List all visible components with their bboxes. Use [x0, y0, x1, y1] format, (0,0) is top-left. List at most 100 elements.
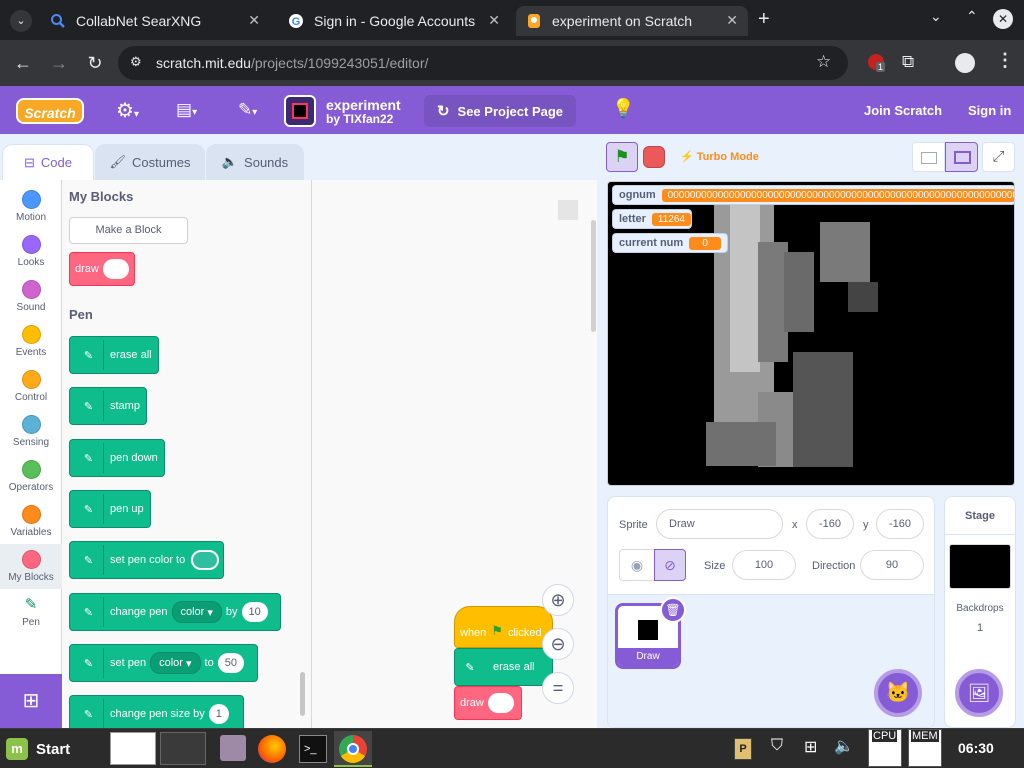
restore-window-icon[interactable]: ⌃ [966, 8, 978, 25]
zoom-reset-button[interactable]: = [542, 672, 574, 704]
project-author[interactable]: by TIXfan22 [326, 112, 393, 126]
fullscreen-icon[interactable]: ⤢ [982, 142, 1015, 172]
set-pen-color-block[interactable]: ✎ set pen color to [69, 541, 224, 579]
draw-block-input[interactable] [102, 259, 129, 279]
shield-icon[interactable]: ⛉ [771, 737, 783, 755]
green-flag-button[interactable]: ⚑ [606, 142, 638, 172]
kebab-menu-icon[interactable]: ⋮ [996, 50, 1014, 71]
category-sound[interactable]: Sound [0, 274, 62, 319]
choose-backdrop-button[interactable]: 🖼 [955, 669, 1003, 717]
start-button[interactable]: m Start [6, 735, 70, 763]
change-pen-block[interactable]: ✎ change pen color ▾ by 10 [69, 593, 281, 631]
cpu-monitor[interactable]: CPU [868, 729, 902, 767]
workspace-1[interactable] [110, 732, 156, 765]
file-menu-icon[interactable]: ▤▾ [176, 100, 197, 120]
draw-script-block[interactable]: draw [454, 686, 522, 720]
settings-gear-icon[interactable]: ⚙▾ [116, 98, 139, 123]
profile-avatar-icon[interactable] [955, 53, 975, 73]
color-swatch[interactable] [191, 550, 220, 570]
project-thumbnail[interactable] [284, 95, 316, 127]
y-input[interactable]: -160 [876, 509, 924, 539]
tab-search-dropdown-icon[interactable]: ⌄ [10, 10, 32, 32]
clock[interactable]: 06:30 [958, 740, 994, 756]
mem-monitor[interactable]: MEM [908, 729, 942, 767]
show-sprite-button[interactable]: ◉ [619, 549, 655, 581]
stamp-block[interactable]: ✎ stamp [69, 387, 147, 425]
change-pen-dropdown[interactable]: color ▾ [171, 601, 222, 623]
close-tab-icon[interactable]: ✕ [726, 12, 738, 29]
set-pen-input[interactable]: 50 [217, 653, 244, 673]
when-flag-clicked-block[interactable]: when ⚑ clicked [454, 606, 553, 648]
change-pen-size-block[interactable]: ✎ change pen size by 1 [69, 695, 244, 728]
chrome-icon[interactable] [334, 731, 372, 767]
stage-canvas[interactable]: ognum 00000000000000000000000000000000000… [607, 181, 1015, 486]
size-input[interactable]: 100 [732, 550, 796, 580]
tab-sounds[interactable]: 🔈 Sounds [206, 144, 304, 180]
tab-google-signin[interactable]: G Sign in - Google Accounts ✕ [278, 6, 510, 36]
category-my-blocks[interactable]: My Blocks [0, 544, 62, 589]
minimize-window-icon[interactable]: ⌄ [930, 8, 942, 25]
choose-sprite-button[interactable]: 🐱 [874, 669, 922, 717]
workspace-2[interactable] [160, 732, 206, 765]
new-tab-icon[interactable]: + [758, 8, 770, 31]
erase-all-script-block[interactable]: ✎ erase all [454, 648, 553, 686]
change-pen-size-input[interactable]: 1 [208, 704, 229, 724]
close-window-icon[interactable]: ✕ [993, 9, 1013, 29]
set-pen-block[interactable]: ✎ set pen color ▾ to 50 [69, 644, 258, 682]
pen-down-block[interactable]: ✎ pen down [69, 439, 165, 477]
delete-sprite-icon[interactable]: 🗑 [660, 597, 686, 623]
reload-icon[interactable]: ↻ [80, 48, 110, 78]
monitor-current-num[interactable]: current num 0 [612, 233, 728, 253]
make-a-block-button[interactable]: Make a Block [69, 217, 188, 244]
tab-searxng[interactable]: CollabNet SearXNG ✕ [40, 6, 270, 36]
zoom-out-button[interactable]: ⊖ [542, 628, 574, 660]
category-pen[interactable]: ✎ Pen [0, 589, 62, 634]
category-operators[interactable]: Operators [0, 454, 62, 499]
add-extension-button[interactable]: ⊞ [0, 674, 62, 728]
close-tab-icon[interactable]: ✕ [488, 12, 500, 29]
join-scratch-link[interactable]: Join Scratch [864, 103, 942, 118]
tab-costumes[interactable]: 🖌 Costumes [95, 144, 205, 180]
network-icon[interactable]: ⊞ [804, 737, 817, 757]
set-pen-dropdown[interactable]: color ▾ [150, 652, 201, 674]
category-sensing[interactable]: Sensing [0, 409, 62, 454]
puzzle-extensions-icon[interactable]: ⧉ [902, 52, 914, 72]
draw-input[interactable] [487, 693, 514, 713]
category-control[interactable]: Control [0, 364, 62, 409]
category-events[interactable]: Events [0, 319, 62, 364]
palette-scrollbar[interactable] [300, 672, 305, 716]
tab-code[interactable]: ⊟ Code [2, 144, 94, 180]
see-project-page-button[interactable]: ↻ See Project Page [424, 95, 576, 127]
edit-menu-icon[interactable]: ✎▾ [238, 100, 257, 120]
category-looks[interactable]: Looks [0, 229, 62, 274]
stop-button[interactable] [643, 146, 665, 168]
tab-scratch-experiment[interactable]: experiment on Scratch ✕ [516, 6, 748, 36]
sprite-name-input[interactable]: Draw [656, 509, 783, 539]
back-arrow-icon[interactable]: ← [8, 48, 38, 78]
firefox-icon[interactable] [258, 735, 286, 763]
workspace-scrollbar[interactable] [591, 220, 596, 332]
bookmark-star-icon[interactable]: ☆ [816, 52, 831, 72]
direction-input[interactable]: 90 [860, 550, 924, 580]
sign-in-link[interactable]: Sign in [968, 103, 1011, 118]
terminal-icon[interactable]: >_ [299, 735, 327, 763]
x-input[interactable]: -160 [806, 509, 854, 539]
volume-icon[interactable]: 🔈 [834, 736, 854, 756]
large-stage-button[interactable] [945, 142, 978, 172]
monitor-letter[interactable]: letter 11264 [612, 209, 692, 229]
forward-arrow-icon[interactable]: → [44, 48, 74, 78]
category-motion[interactable]: Motion [0, 184, 62, 229]
address-bar[interactable]: ⚙ scratch.mit.edu/projects/1099243051/ed… [118, 46, 848, 80]
pen-up-block[interactable]: ✎ pen up [69, 490, 151, 528]
scratch-logo[interactable]: Scratch [16, 98, 84, 124]
lightbulb-icon[interactable]: 💡 [612, 98, 634, 119]
project-title[interactable]: experiment [326, 97, 401, 113]
zoom-in-button[interactable]: ⊕ [542, 584, 574, 616]
site-info-icon[interactable]: ⚙ [130, 54, 142, 70]
file-manager-icon[interactable] [220, 735, 246, 761]
hide-sprite-button[interactable]: ⊘ [654, 549, 686, 581]
clipboard-tray-icon[interactable]: P [734, 738, 752, 760]
change-pen-input[interactable]: 10 [241, 602, 268, 622]
category-variables[interactable]: Variables [0, 499, 62, 544]
monitor-ognum[interactable]: ognum 00000000000000000000000000000000000… [612, 185, 1014, 205]
